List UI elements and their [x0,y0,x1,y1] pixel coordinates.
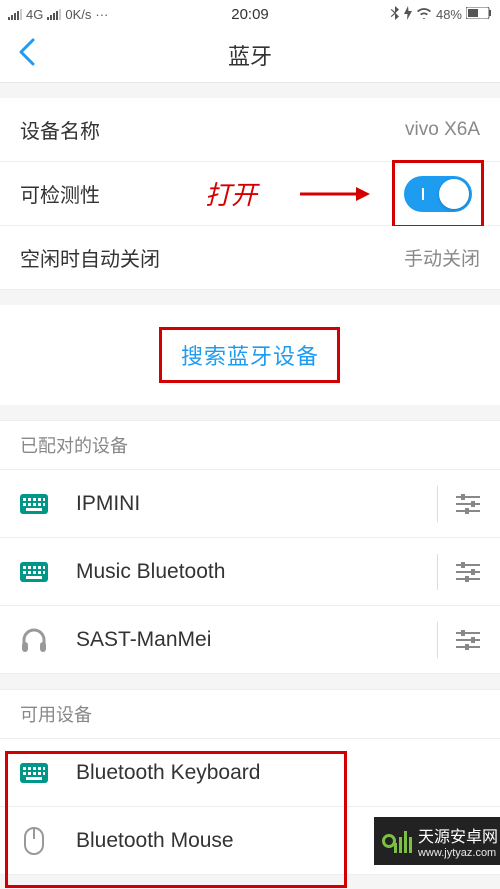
mouse-icon [20,827,48,855]
annotation-open-text: 打开 [205,175,257,212]
discoverable-row: 可检测性 打开 [0,162,500,226]
keyboard-icon [20,494,48,514]
net-speed: 0K/s [65,7,91,22]
page-header: 蓝牙 [0,28,500,83]
idle-off-row[interactable]: 空闲时自动关闭 手动关闭 [0,226,500,290]
device-name-label: IPMINI [76,492,427,516]
device-name-value: vivo X6A [405,119,480,141]
network-type: 4G [26,7,43,22]
watermark-name: 天源安卓网 [418,823,498,847]
device-row[interactable]: IPMINI [0,470,500,538]
search-devices-button[interactable]: 搜索蓝牙设备 [0,305,500,405]
keyboard-icon [20,562,48,582]
headphones-icon [20,627,48,653]
device-row[interactable]: SAST-ManMei [0,606,500,674]
status-time: 20:09 [231,6,269,23]
bluetooth-icon [390,6,400,23]
signal-icon [8,8,22,20]
device-settings-button[interactable] [456,629,480,651]
device-name-label: SAST-ManMei [76,628,427,652]
status-bar: 4G 0K/s ··· 20:09 48% [0,0,500,28]
device-name-label: Music Bluetooth [76,560,427,584]
watermark: 天源安卓网 www.jytyaz.com [374,817,500,865]
charging-icon [404,6,412,23]
battery-pct: 48% [436,7,462,22]
device-name-label: 设备名称 [20,115,100,144]
watermark-logo-icon [382,826,412,856]
signal-icon-2 [47,8,61,20]
divider [437,622,438,658]
device-settings-button[interactable] [456,493,480,515]
page-title: 蓝牙 [228,39,272,71]
more-icon: ··· [95,7,108,22]
idle-off-value: 手动关闭 [404,244,480,271]
device-name-row[interactable]: 设备名称 vivo X6A [0,98,500,162]
keyboard-icon [20,763,48,783]
device-row[interactable]: Music Bluetooth [0,538,500,606]
wifi-icon [416,7,432,22]
discoverable-toggle[interactable] [404,176,472,212]
divider [437,554,438,590]
divider [437,486,438,522]
device-settings-button[interactable] [456,561,480,583]
status-left: 4G 0K/s ··· [8,7,108,22]
search-devices-label: 搜索蓝牙设备 [181,339,319,371]
device-row[interactable]: Bluetooth Keyboard [0,739,500,807]
available-devices-header: 可用设备 [0,689,500,739]
annotation-arrow-icon [300,186,370,202]
device-name-label: Bluetooth Keyboard [76,761,480,785]
watermark-url: www.jytyaz.com [418,847,498,859]
battery-icon [466,7,492,22]
back-button[interactable] [18,38,36,73]
discoverable-label: 可检测性 [20,179,100,208]
paired-devices-header: 已配对的设备 [0,420,500,470]
idle-off-label: 空闲时自动关闭 [20,243,160,272]
status-right: 48% [390,6,492,23]
